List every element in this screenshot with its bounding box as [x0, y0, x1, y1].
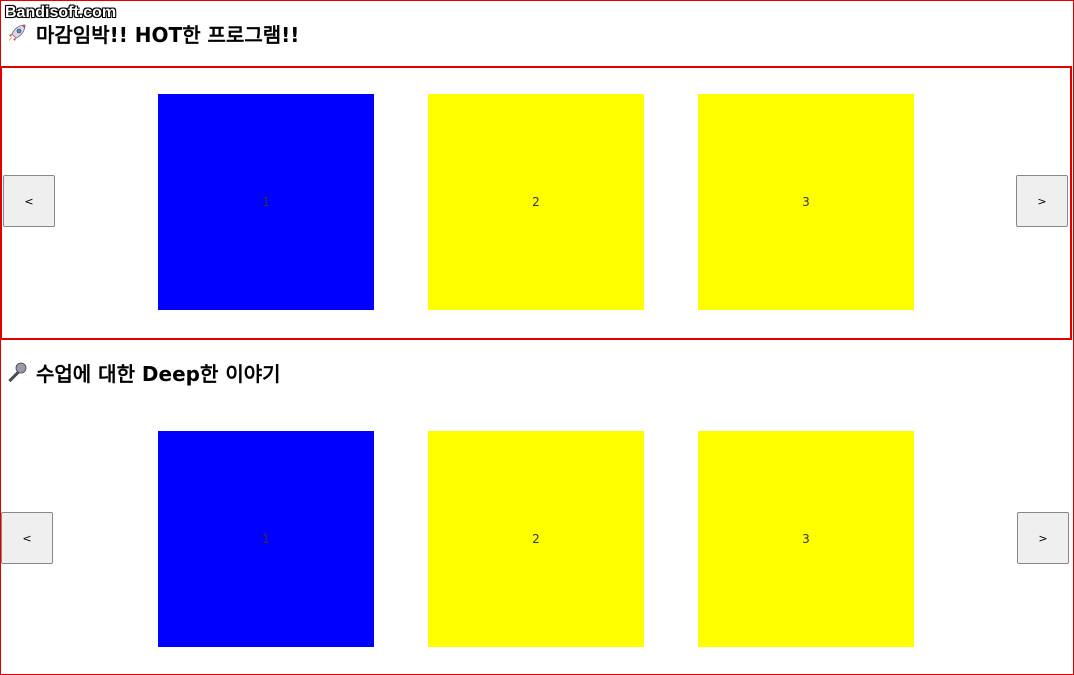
section-heading-hot-programs: 마감임박!! HOT한 프로그램!! — [6, 18, 299, 48]
section-heading-text: 수업에 대한 Deep한 이야기 — [36, 361, 281, 386]
carousel-next-button[interactable]: > — [1017, 512, 1069, 564]
rocket-icon — [6, 22, 28, 44]
slide-label: 3 — [802, 532, 810, 546]
slide-label: 3 — [802, 195, 810, 209]
slide-label: 1 — [262, 195, 270, 209]
carousel-deep-talk: < 1 2 3 > — [0, 404, 1070, 674]
carousel-prev-button[interactable]: < — [3, 175, 55, 227]
watermark: Bandisoft.com — [5, 4, 117, 21]
carousel-slide[interactable]: 1 — [158, 431, 374, 647]
carousel-hot-programs: < 1 2 3 > — [0, 66, 1072, 340]
carousel-slide[interactable]: 3 — [698, 431, 914, 647]
microphone-icon — [6, 361, 28, 383]
section-heading-deep-talk: 수업에 대한 Deep한 이야기 — [6, 357, 281, 387]
carousel-prev-button[interactable]: < — [1, 512, 53, 564]
carousel-slide[interactable]: 2 — [428, 431, 644, 647]
carousel-slide[interactable]: 2 — [428, 94, 644, 310]
slide-label: 2 — [532, 195, 540, 209]
slide-label: 1 — [262, 532, 270, 546]
section-heading-text: 마감임박!! HOT한 프로그램!! — [36, 22, 300, 47]
carousel-slide[interactable]: 3 — [698, 94, 914, 310]
carousel-next-button[interactable]: > — [1016, 175, 1068, 227]
slide-label: 2 — [532, 532, 540, 546]
carousel-slide[interactable]: 1 — [158, 94, 374, 310]
